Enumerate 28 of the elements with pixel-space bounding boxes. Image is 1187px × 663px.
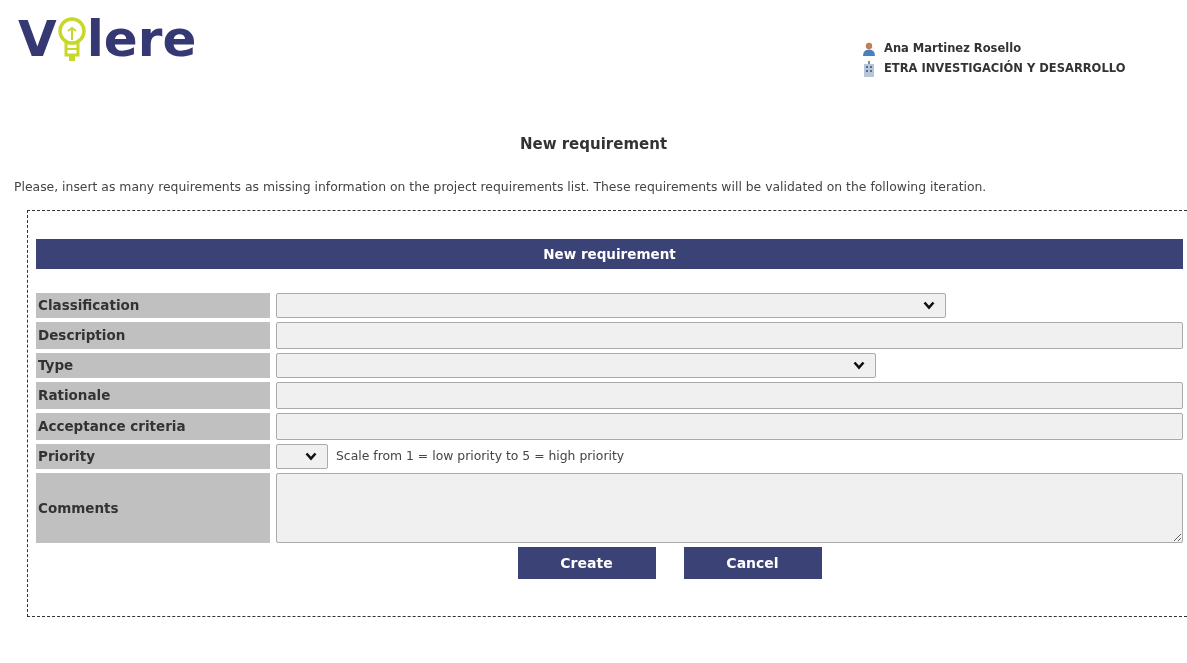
field-label: Priority — [36, 443, 270, 469]
form-header: New requirement — [36, 238, 1183, 269]
instructions-text: Please, insert as many requirements as missing information on the project requirements list. These requirements will be validated on the following iteration. — [14, 178, 988, 195]
organization-name: ETRA INVESTIGACIÓN Y DESARROLLO — [884, 60, 1126, 78]
user-icon — [862, 41, 876, 56]
field-label: Rationale — [36, 381, 270, 409]
text-field[interactable] — [276, 321, 1183, 349]
caret-icon — [853, 360, 865, 370]
user-name: Ana Martinez Rosello — [884, 40, 1022, 57]
caret-icon — [305, 451, 317, 461]
hint-text: Scale from 1 = low priority to 5 = high priority — [336, 446, 625, 465]
page-title: New requirement — [518, 134, 669, 155]
field-label: Acceptance criteria — [36, 412, 270, 440]
caret-icon — [923, 300, 935, 310]
building-icon — [862, 60, 876, 77]
logo-text: lere — [86, 14, 197, 64]
logo-letter: V — [18, 14, 57, 64]
field-label: Classification — [36, 292, 270, 318]
cancel-button[interactable]: Cancel — [683, 546, 822, 579]
field-label: Type — [36, 352, 270, 378]
field-label: Description — [36, 321, 270, 349]
create-button[interactable]: Create — [517, 546, 656, 579]
comments-field[interactable] — [276, 472, 1183, 543]
text-field[interactable] — [276, 412, 1183, 440]
field-label: Comments — [36, 472, 270, 543]
dropdown[interactable] — [276, 443, 328, 469]
lightbulb-icon — [56, 14, 87, 64]
text-field[interactable] — [276, 381, 1183, 409]
